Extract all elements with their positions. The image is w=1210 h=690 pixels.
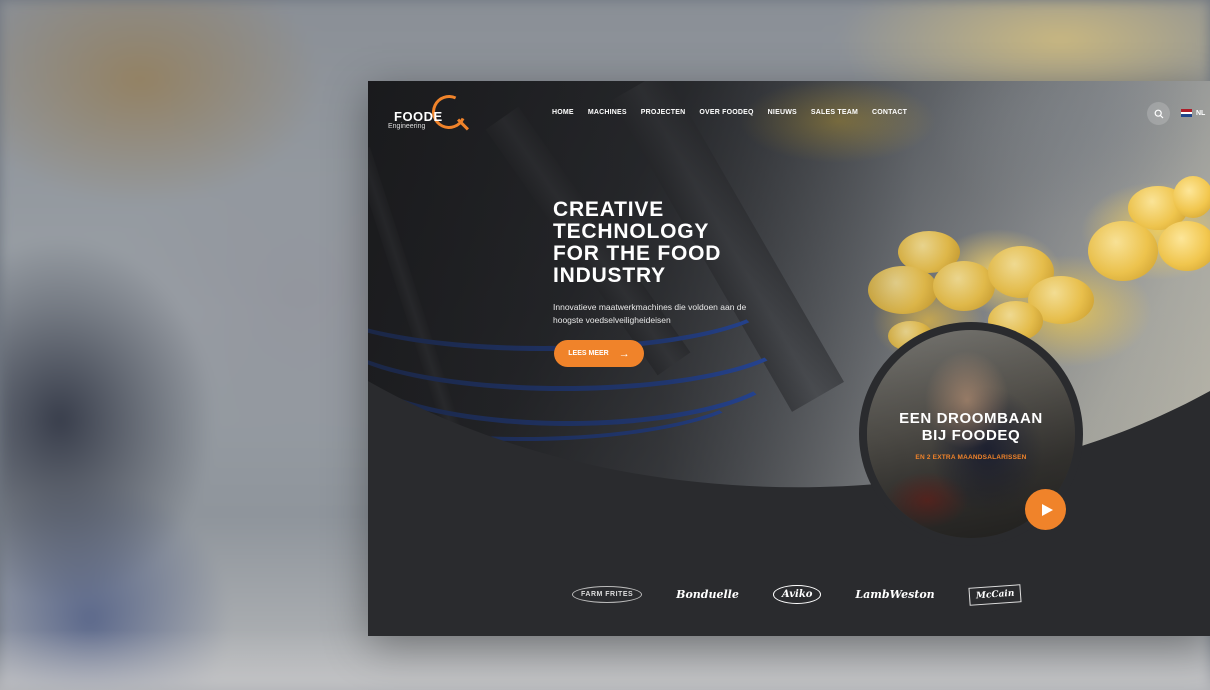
nav-nieuws[interactable]: NIEUWS (768, 109, 797, 116)
lees-meer-button[interactable]: LEES MEER → (554, 340, 644, 367)
arrow-right-icon: → (618, 347, 630, 360)
cta-label: LEES MEER (568, 350, 609, 357)
foodeq-logo[interactable]: FOODE Engineering (386, 90, 476, 134)
search-icon (1154, 109, 1163, 118)
main-nav: HOME MACHINES PROJECTEN OVER FOODEQ NIEU… (552, 109, 907, 116)
logo-subtext: Engineering (388, 123, 426, 130)
nav-contact[interactable]: CONTACT (872, 109, 907, 116)
nav-home[interactable]: HOME (552, 109, 574, 116)
video-title: EEN DROOMBAAN BIJ FOODEQ (899, 410, 1043, 444)
client-logo-bonduelle: Bonduelle (676, 588, 739, 601)
nav-machines[interactable]: MACHINES (588, 109, 627, 116)
nl-flag-icon (1181, 109, 1192, 118)
client-logo-aviko: Aviko (772, 585, 822, 604)
nav-over-foodeq[interactable]: OVER FOODEQ (699, 109, 753, 116)
play-button[interactable] (1025, 489, 1066, 530)
language-label: NL (1196, 109, 1206, 117)
client-logo-lambweston: LambWeston (855, 588, 935, 601)
client-logo-mccain: McCain (968, 583, 1022, 606)
video-subtitle: EN 2 EXTRA MAANDSALARISSEN (915, 454, 1027, 461)
hero-subtitle: Innovatieve maatwerkmachines die voldoen… (553, 302, 747, 325)
nav-sales-team[interactable]: SALES TEAM (811, 109, 858, 116)
website-preview: FOODE Engineering HOME MACHINES PROJECTE… (368, 81, 1210, 636)
search-button[interactable] (1147, 102, 1170, 125)
hero-title: CREATIVE TECHNOLOGY FOR THE FOOD INDUSTR… (553, 198, 722, 287)
nav-projecten[interactable]: PROJECTEN (641, 109, 686, 116)
background-bottom-fade (0, 630, 1210, 690)
play-icon (1042, 503, 1053, 516)
client-logo-farm-frites: FARM FRITES (572, 586, 643, 603)
hero-curve (368, 381, 1210, 636)
language-switcher[interactable]: NL (1181, 109, 1206, 118)
client-logos: FARM FRITES Bonduelle Aviko LambWeston M… (572, 583, 1022, 606)
logo-text: FOODE (394, 109, 443, 124)
